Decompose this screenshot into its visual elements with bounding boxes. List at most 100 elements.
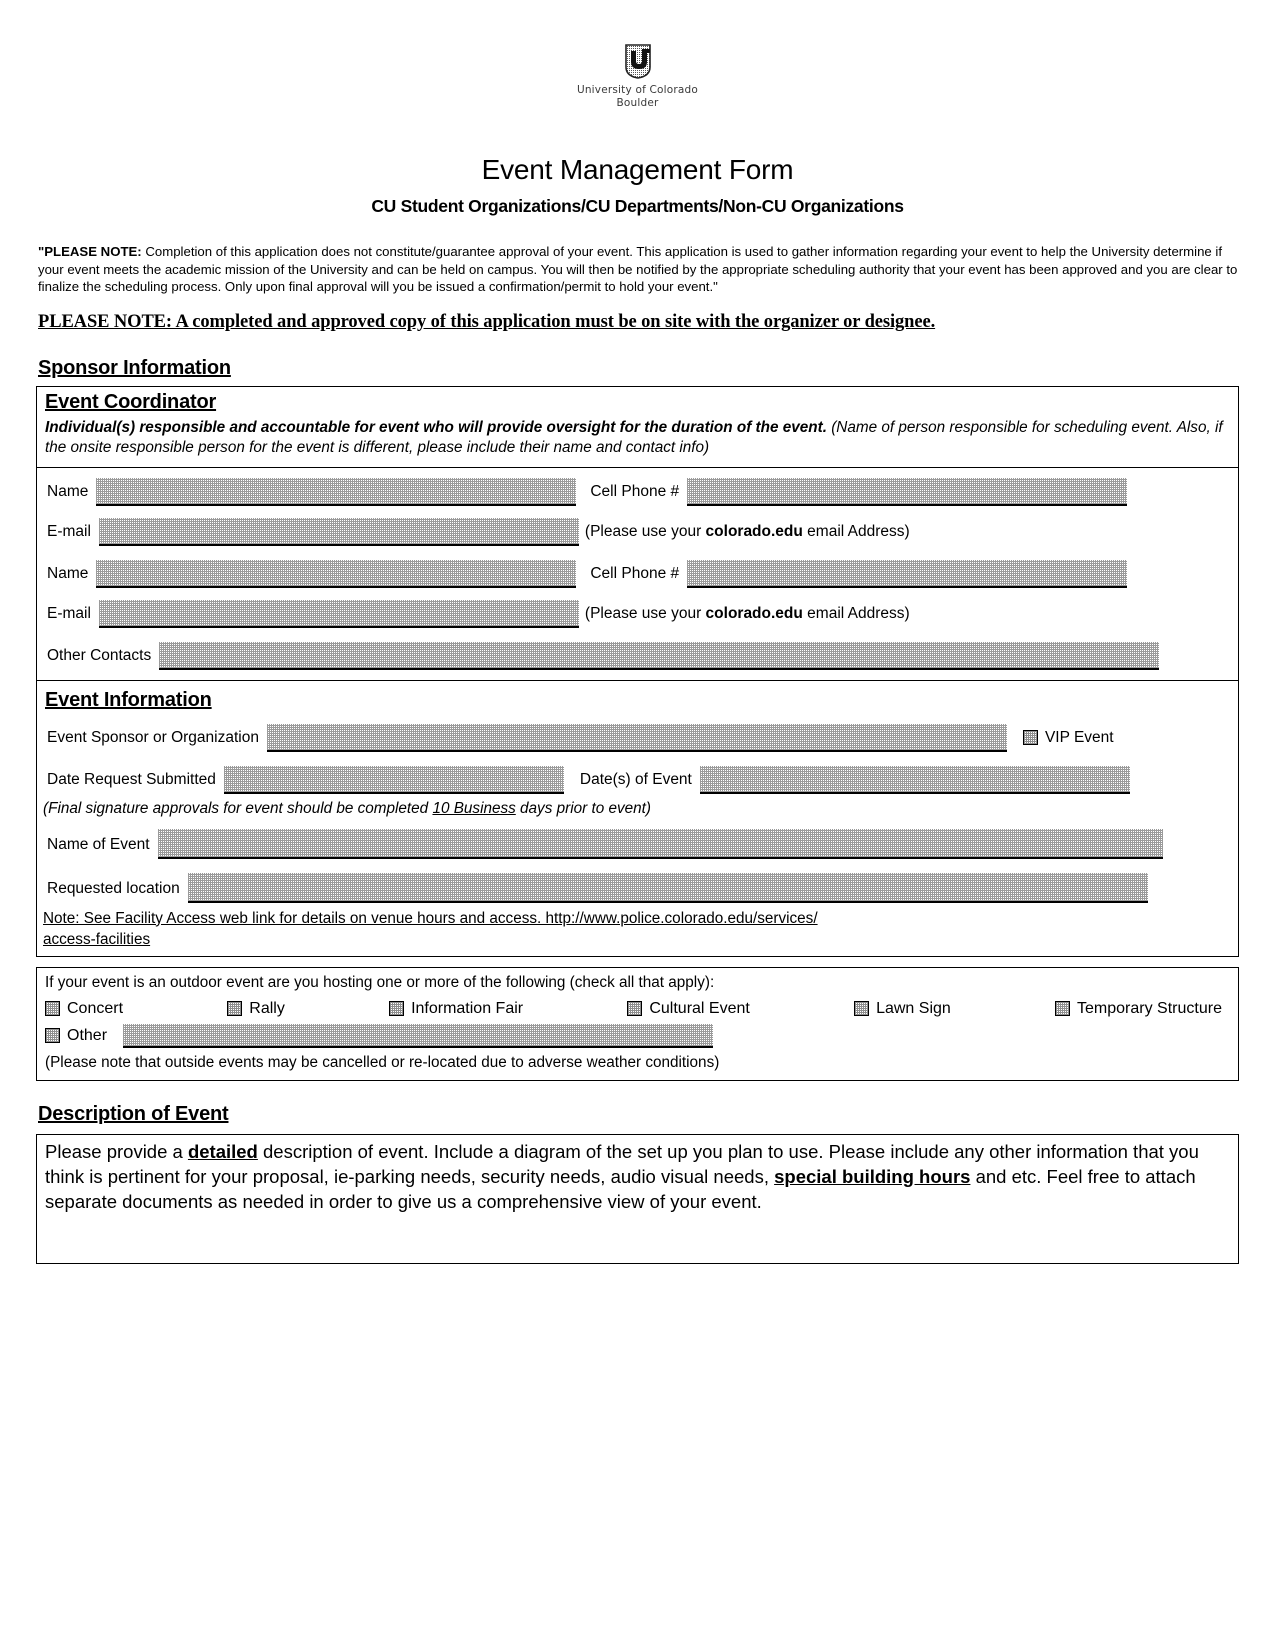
dates-of-event-input[interactable]: [699, 765, 1130, 794]
dates-of-event-label: Date(s) of Event: [579, 770, 692, 788]
vip-event-checkbox-group[interactable]: VIP Event: [1007, 729, 1122, 752]
outdoor-event-question: If your event is an outdoor event are yo…: [45, 973, 715, 991]
description-of-event-heading: Description of Event: [38, 1102, 229, 1125]
name-label-2: Name: [47, 564, 89, 582]
requested-location-label: Requested location: [47, 879, 180, 897]
event-sponsor-label: Event Sponsor or Organization: [47, 728, 259, 746]
other-input[interactable]: [123, 1023, 714, 1048]
cultural-event-checkbox-icon[interactable]: [627, 1001, 643, 1016]
outdoor-option-concert[interactable]: Concert: [45, 1000, 123, 1018]
cell-phone-label-2: Cell Phone #: [590, 564, 680, 582]
facility-access-note-line2: access-facilities: [43, 930, 151, 948]
coordinator-email-row-1: E-mail (Please use your colorado.edu ema…: [37, 506, 1238, 546]
outdoor-event-box: If your event is an outdoor event are yo…: [36, 966, 1239, 1081]
name-of-event-row: Name of Event: [37, 823, 1238, 859]
page-title: Event Management Form: [481, 154, 794, 185]
concert-checkbox-icon[interactable]: [45, 1001, 60, 1016]
cell-phone-label-1: Cell Phone #: [590, 482, 680, 500]
signature-note-pre: (Final signature approvals for event sho…: [43, 799, 433, 817]
temporary-structure-label: Temporary Structure: [1077, 999, 1222, 1017]
outdoor-option-rally[interactable]: Rally: [227, 1000, 285, 1018]
other-checkbox-icon[interactable]: [45, 1028, 60, 1043]
event-information-block: Event Information Event Sponsor or Organ…: [37, 679, 1238, 956]
email-label-1: E-mail: [47, 522, 91, 540]
email-note-pre-2: (Please use your: [584, 604, 706, 622]
coordinator-name-row-2: Name Cell Phone #: [37, 546, 1238, 588]
event-coordinator-block: Event Coordinator Individual(s) responsi…: [37, 387, 1238, 468]
email-note-pre-1: (Please use your: [584, 522, 706, 540]
temporary-structure-checkbox-icon[interactable]: [1055, 1001, 1071, 1016]
requested-location-input[interactable]: [187, 872, 1148, 903]
signature-approval-note: (Final signature approvals for event sho…: [37, 794, 1238, 823]
cell-phone-input-2[interactable]: [687, 559, 1128, 588]
page-subtitle: CU Student Organizations/CU Departments/…: [371, 196, 904, 216]
name-input-2[interactable]: [96, 559, 577, 588]
date-request-submitted-label: Date Request Submitted: [47, 770, 216, 788]
sponsor-information-heading: Sponsor Information: [38, 356, 231, 379]
facility-access-note-line1: Note: See Facility Access web link for d…: [43, 909, 818, 927]
other-contacts-input[interactable]: [159, 641, 1160, 670]
email-note-1: (Please use your colorado.edu email Addr…: [579, 523, 916, 546]
please-note-onsite-copy: PLEASE NOTE: A completed and approved co…: [38, 311, 936, 332]
logo-wordmark-line1: University of Colorado: [576, 84, 699, 96]
coordinator-desc-bold: Individual(s) responsible and accountabl…: [45, 418, 827, 436]
outdoor-option-temporary-structure[interactable]: Temporary Structure: [1055, 1000, 1222, 1018]
logo-block: University of Colorado Boulder: [0, 0, 1275, 110]
event-coordinator-heading: Event Coordinator: [45, 390, 217, 413]
facility-access-note[interactable]: Note: See Facility Access web link for d…: [37, 903, 1238, 956]
intro-please-note-label: "PLEASE NOTE:: [38, 244, 142, 259]
description-of-event-box[interactable]: Please provide a detailed description of…: [36, 1133, 1239, 1264]
intro-paragraph: "PLEASE NOTE: Completion of this applica…: [38, 243, 1241, 296]
email-label-2: E-mail: [47, 604, 91, 622]
event-dates-row: Date Request Submitted Date(s) of Event: [37, 752, 1238, 794]
concert-label: Concert: [67, 999, 124, 1017]
sponsor-information-box: Event Coordinator Individual(s) responsi…: [36, 385, 1239, 957]
email-input-2[interactable]: [98, 599, 579, 628]
email-input-1[interactable]: [98, 517, 579, 546]
signature-note-post: days prior to event): [515, 799, 651, 817]
vip-event-label: VIP Event: [1044, 728, 1114, 746]
name-input-1[interactable]: [96, 477, 577, 506]
event-sponsor-row: Event Sponsor or Organization VIP Event: [37, 716, 1238, 752]
rally-label: Rally: [249, 999, 285, 1017]
other-label: Other: [67, 1026, 108, 1044]
email-note-2: (Please use your colorado.edu email Addr…: [579, 605, 916, 628]
cultural-event-label: Cultural Event: [649, 999, 750, 1017]
vip-event-checkbox-icon[interactable]: [1022, 730, 1038, 745]
description-of-event-instructions: Please provide a detailed description of…: [45, 1139, 1230, 1214]
outdoor-other-row: Other: [37, 1020, 1238, 1050]
outdoor-option-cultural-event[interactable]: Cultural Event: [627, 1000, 750, 1018]
information-fair-checkbox-icon[interactable]: [389, 1001, 405, 1016]
event-sponsor-input[interactable]: [266, 723, 1007, 752]
coordinator-email-row-2: E-mail (Please use your colorado.edu ema…: [37, 588, 1238, 628]
event-management-form-page: University of Colorado Boulder Event Man…: [0, 0, 1275, 1650]
email-note-domain-1: colorado.edu: [705, 522, 803, 540]
desc-special-hours-emphasis: special building hours: [774, 1165, 971, 1187]
intro-body: Completion of this application does not …: [38, 244, 1238, 294]
name-of-event-label: Name of Event: [47, 835, 150, 853]
name-label-1: Name: [47, 482, 89, 500]
name-of-event-input[interactable]: [157, 828, 1163, 859]
information-fair-label: Information Fair: [411, 999, 524, 1017]
outdoor-option-information-fair[interactable]: Information Fair: [389, 1000, 523, 1018]
other-contacts-row: Other Contacts: [37, 628, 1238, 680]
lawn-sign-label: Lawn Sign: [876, 999, 951, 1017]
event-coordinator-description: Individual(s) responsible and accountabl…: [37, 416, 1238, 467]
event-information-heading: Event Information: [45, 688, 212, 711]
rally-checkbox-icon[interactable]: [227, 1001, 243, 1016]
email-note-post-2: email Address): [802, 604, 910, 622]
lawn-sign-checkbox-icon[interactable]: [854, 1001, 870, 1016]
outdoor-option-other[interactable]: Other: [45, 1027, 107, 1045]
cu-boulder-logo-icon: [621, 42, 655, 80]
signature-note-underline: 10 Business: [432, 799, 516, 817]
other-contacts-label: Other Contacts: [47, 646, 152, 664]
requested-location-row: Requested location: [37, 859, 1238, 903]
outdoor-options-row: Concert Rally Information Fair Cultural …: [37, 996, 1238, 1020]
email-note-domain-2: colorado.edu: [705, 604, 803, 622]
outdoor-option-lawn-sign[interactable]: Lawn Sign: [854, 1000, 951, 1018]
desc-detailed-emphasis: detailed: [187, 1140, 258, 1162]
cell-phone-input-1[interactable]: [687, 477, 1128, 506]
email-note-post-1: email Address): [802, 522, 910, 540]
logo-wordmark-line2: Boulder: [616, 97, 659, 109]
date-request-submitted-input[interactable]: [223, 765, 564, 794]
